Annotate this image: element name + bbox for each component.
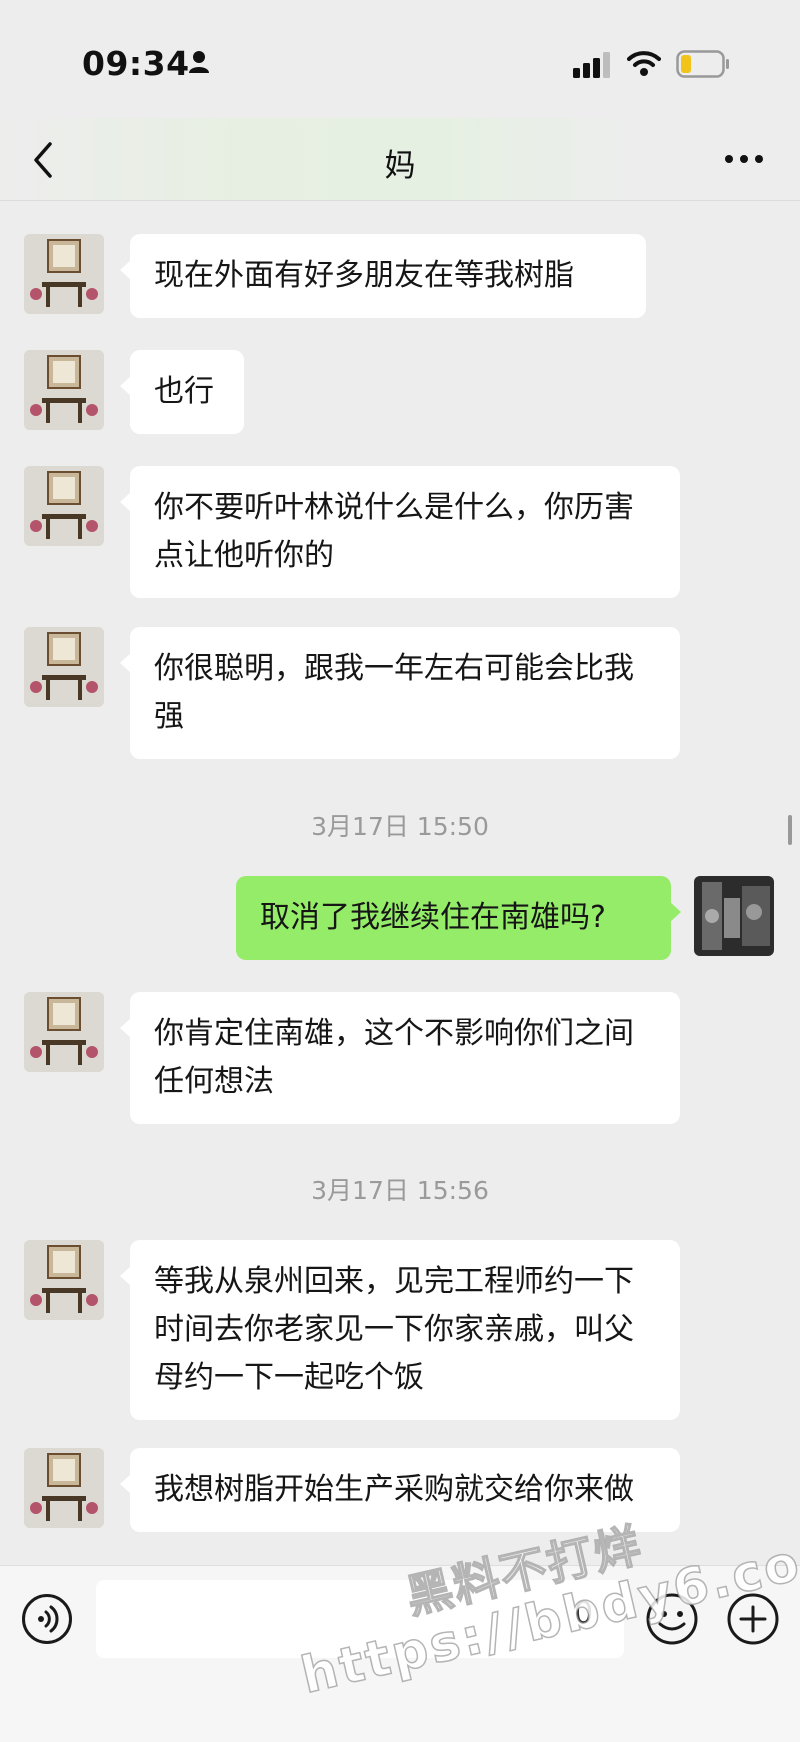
- status-time: 09:34: [82, 44, 190, 83]
- avatar[interactable]: [24, 466, 104, 546]
- message-bubble[interactable]: 我想树脂开始生产采购就交给你来做: [120, 1448, 680, 1532]
- message-bubble[interactable]: 你很聪明，跟我一年左右可能会比我强: [120, 627, 680, 759]
- plus-icon[interactable]: [726, 1592, 780, 1646]
- voice-button[interactable]: [22, 1594, 72, 1644]
- chat-title: 妈: [384, 148, 416, 184]
- person-icon: [189, 51, 209, 73]
- avatar[interactable]: [24, 992, 104, 1072]
- message-bubble[interactable]: 你不要听叶林说什么是什么，你历害点让他听你的: [120, 466, 680, 598]
- message-bubble-outgoing[interactable]: 取消了我继续住在南雄吗?: [236, 876, 681, 960]
- chat-header: 妈: [0, 118, 800, 201]
- battery-icon: [676, 50, 729, 78]
- more-dots-icon[interactable]: [724, 154, 764, 164]
- avatar[interactable]: [24, 234, 104, 314]
- emoji-icon[interactable]: [645, 1592, 699, 1646]
- message-timestamp: 3月17日 15:50: [311, 812, 489, 841]
- voice-icon: [38, 1605, 59, 1633]
- avatar[interactable]: [24, 350, 104, 430]
- signal-icon: [573, 52, 610, 78]
- message-bubble[interactable]: 也行: [120, 350, 244, 434]
- scroll-indicator[interactable]: [788, 815, 792, 845]
- avatar[interactable]: [24, 1448, 104, 1528]
- message-bubble[interactable]: 现在外面有好多朋友在等我树脂: [120, 234, 646, 318]
- message-timestamp: 3月17日 15:56: [311, 1176, 489, 1205]
- input-bar: 0: [0, 1565, 800, 1742]
- message-list[interactable]: 现在外面有好多朋友在等我树脂 也行 你不要听叶林说什么是什么，你历害点让他听你的…: [0, 201, 800, 1565]
- message-bubble[interactable]: 等我从泉州回来，见完工程师约一下时间去你老家见一下你家亲戚，叫父母约一下一起吃个…: [120, 1240, 680, 1420]
- avatar-self[interactable]: [694, 876, 774, 956]
- message-input[interactable]: 0: [96, 1580, 624, 1658]
- wifi-icon: [627, 51, 661, 76]
- status-bar: 09:34: [0, 0, 800, 118]
- avatar[interactable]: [24, 1240, 104, 1320]
- message-input-text: 0: [574, 1596, 594, 1631]
- message-bubble[interactable]: 你肯定住南雄，这个不影响你们之间任何想法: [120, 992, 680, 1124]
- avatar[interactable]: [24, 627, 104, 707]
